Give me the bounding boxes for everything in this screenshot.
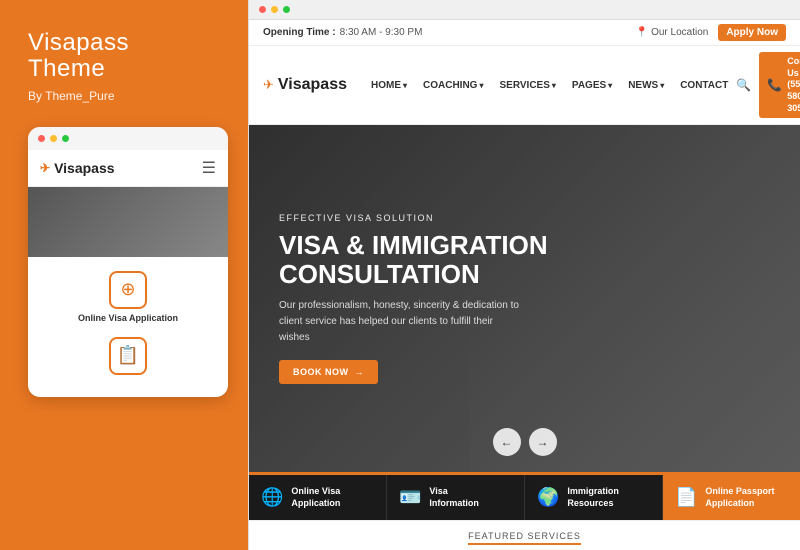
hero-label: EFFECTIVE VISA SOLUTION [279,213,770,223]
theme-author: By Theme_Pure [28,89,228,103]
mobile-icon-block-1: ⊕ Online Visa Application [78,271,178,323]
dot-red [38,135,45,142]
mobile-hero-image [28,187,228,257]
browser-dot-yellow [271,6,278,13]
opening-time-section: Opening Time : 8:30 AM - 9:30 PM [263,27,422,38]
prev-slide-button[interactable]: ← [493,428,521,456]
contact-label: Contact Us [787,56,800,79]
featured-services-label: FEATURED SERVICES [468,531,581,545]
chevron-down-icon: ▾ [403,81,407,90]
nav-links: HOME ▾ COACHING ▾ SERVICES ▾ PAGES ▾ NEW… [363,76,736,95]
nav-item-coaching[interactable]: COACHING ▾ [415,76,491,95]
book-now-button[interactable]: BOOK NOW → [279,360,378,384]
mobile-content: ⊕ Online Visa Application 📋 [28,257,228,385]
service-item-immigration[interactable]: 🌍 ImmigrationResources [525,475,663,520]
title-sub: Theme [28,56,228,82]
hero-arrow-controls: ← → [493,428,557,456]
browser-dot-red [259,6,266,13]
mobile-doc-icon: 📋 [109,337,147,375]
hero-title-line2: CONSULTATION [279,259,480,289]
top-info-bar: Opening Time : 8:30 AM - 9:30 PM 📍 Our L… [249,20,800,46]
service-item-visa-info[interactable]: 🪪 VisaInformation [387,475,525,520]
chevron-down-icon: ▾ [479,81,483,90]
service-item-visa-application[interactable]: 🌐 Online VisaApplication [249,475,387,520]
apply-now-button[interactable]: Apply Now [718,24,786,41]
mobile-hero-bg [28,187,228,257]
services-bar: 🌐 Online VisaApplication 🪪 VisaInformati… [249,472,800,520]
nav-logo[interactable]: ✈ Visapass [263,76,347,94]
service-visa-application-label: Online VisaApplication [291,485,340,510]
opening-label: Opening Time : [263,27,336,38]
mobile-nav: ✈ Visapass ☰ [28,150,228,187]
service-item-passport[interactable]: 📄 Online PassportApplication [663,475,800,520]
hero-bg-image [469,125,800,471]
featured-services-bar: FEATURED SERVICES [249,520,800,550]
location-text: 📍 Our Location [636,27,709,38]
visa-information-icon: 🪪 [399,487,421,508]
nav-logo-text: Visapass [278,76,347,94]
chevron-down-icon: ▾ [552,81,556,90]
nav-item-pages[interactable]: PAGES ▾ [564,76,620,95]
arrow-right-icon: → [355,367,365,377]
service-visa-info-label: VisaInformation [429,485,479,510]
mobile-visa-icon: ⊕ [109,271,147,309]
mobile-icon-block-2: 📋 [109,337,147,375]
mobile-hamburger-icon[interactable]: ☰ [202,158,216,178]
next-slide-button[interactable]: → [529,428,557,456]
mobile-logo-text: Visapass [54,160,114,176]
browser-dot-green [283,6,290,13]
title-main: Visapass [28,30,228,56]
location-label: Our Location [651,27,708,38]
nav-item-news[interactable]: NEWS ▾ [620,76,672,95]
chevron-down-icon: ▾ [608,81,612,90]
contact-phone: (555) 5802 3059 [787,79,800,114]
theme-title: Visapass Theme [28,30,228,83]
search-icon[interactable]: 🔍 [736,78,751,92]
mobile-visa-label: Online Visa Application [78,313,178,323]
browser-mockup: Opening Time : 8:30 AM - 9:30 PM 📍 Our L… [248,0,800,550]
nav-item-services[interactable]: SERVICES ▾ [491,76,563,95]
hero-section: EFFECTIVE VISA SOLUTION VISA & IMMIGRATI… [249,125,800,471]
visa-application-icon: 🌐 [261,487,283,508]
book-now-label: BOOK NOW [293,367,349,377]
opening-time-value: 8:30 AM - 9:30 PM [340,27,423,38]
chevron-down-icon: ▾ [660,81,664,90]
phone-icon: 📞 [767,78,782,92]
nav-logo-icon: ✈ [263,77,274,93]
location-pin-icon: 📍 [636,27,648,38]
nav-contact-info: Contact Us (555) 5802 3059 [787,56,800,114]
service-immigration-label: ImmigrationResources [567,485,619,510]
browser-chrome-bar [249,0,800,20]
left-panel: Visapass Theme By Theme_Pure ✈ Visapass … [0,0,248,550]
main-nav: ✈ Visapass HOME ▾ COACHING ▾ SERVICES ▾ … [249,46,800,125]
nav-item-home[interactable]: HOME ▾ [363,76,415,95]
dot-yellow [50,135,57,142]
nav-item-contact[interactable]: CONTACT [672,76,736,95]
mobile-logo-icon: ✈ [40,161,50,175]
passport-icon: 📄 [675,487,697,508]
nav-contact-block: 📞 Contact Us (555) 5802 3059 [759,52,800,118]
dot-green [62,135,69,142]
nav-right-section: 🔍 📞 Contact Us (555) 5802 3059 [736,52,800,118]
mobile-logo: ✈ Visapass [40,160,115,176]
service-passport-label: Online PassportApplication [705,485,774,510]
top-bar-right: 📍 Our Location Apply Now [636,24,786,41]
mobile-chrome-bar [28,127,228,150]
mobile-mockup: ✈ Visapass ☰ ⊕ Online Visa Application 📋 [28,127,228,397]
immigration-icon: 🌍 [537,487,559,508]
